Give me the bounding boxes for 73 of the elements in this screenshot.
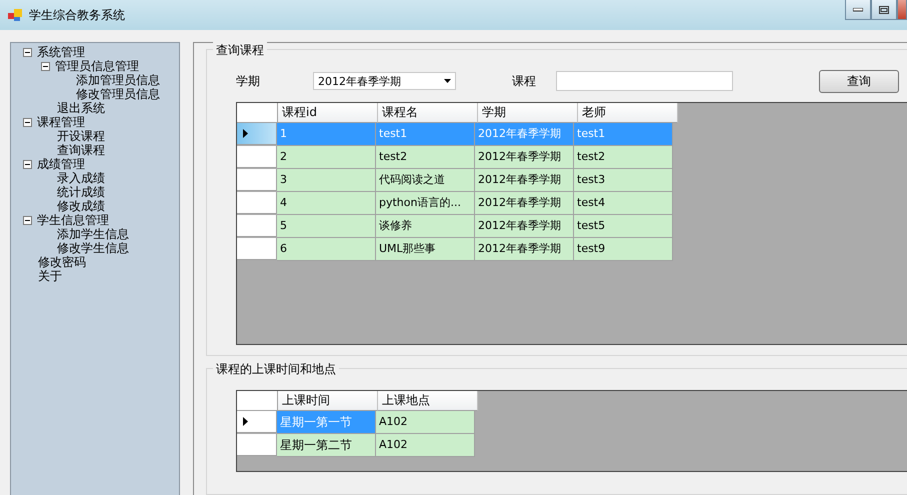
collapse-toggle[interactable]	[23, 118, 32, 126]
column-header[interactable]: 学期	[478, 103, 578, 123]
table-cell: test1	[376, 123, 475, 146]
tree-item[interactable]: 退出系统	[57, 101, 105, 115]
tree-item[interactable]: 修改学生信息	[57, 241, 129, 255]
table-cell: test5	[574, 215, 673, 238]
table-cell: 6	[277, 238, 376, 261]
app-icon	[8, 8, 22, 22]
tree-item[interactable]: 录入成绩	[57, 171, 105, 185]
column-header[interactable]: 课程名	[378, 103, 478, 123]
table-cell: test1	[574, 123, 673, 146]
window-title: 学生综合教务系统	[29, 6, 125, 24]
table-cell: test3	[574, 169, 673, 192]
tree-item[interactable]: 开设课程	[57, 129, 105, 143]
maximize-icon	[879, 6, 889, 14]
column-header[interactable]: 老师	[578, 103, 678, 123]
table-cell: 谈修养	[376, 215, 475, 238]
table-cell: 星期一第二节	[277, 434, 376, 457]
tree-item[interactable]: 修改成绩	[57, 199, 105, 213]
table-cell: A102	[376, 411, 475, 434]
tree-item[interactable]: 课程管理	[37, 115, 85, 129]
term-dropdown[interactable]: 2012年春季学期	[313, 72, 456, 90]
current-row-icon	[243, 129, 248, 138]
tree-item[interactable]: 成绩管理	[37, 157, 85, 171]
tree-item[interactable]: 统计成绩	[57, 185, 105, 199]
table-cell: 4	[277, 192, 376, 215]
dropdown-arrow-icon	[444, 79, 451, 83]
table-cell: 5	[277, 215, 376, 238]
row-header[interactable]	[237, 123, 277, 145]
search-button[interactable]: 查询	[819, 70, 899, 92]
collapse-toggle[interactable]	[23, 48, 32, 56]
tree-item[interactable]: 添加管理员信息	[76, 73, 160, 87]
table-cell: test9	[574, 238, 673, 261]
table-cell: A102	[376, 434, 475, 457]
tree-item[interactable]: 修改管理员信息	[76, 87, 160, 101]
table-cell: 2012年春季学期	[475, 192, 574, 215]
table-cell: test2	[574, 146, 673, 169]
table-cell: 2	[277, 146, 376, 169]
table-cell: python语言的...	[376, 192, 475, 215]
table-cell: 2012年春季学期	[475, 146, 574, 169]
collapse-toggle[interactable]	[23, 160, 32, 168]
table-cell: 星期一第一节	[277, 411, 376, 434]
table-cell: 2012年春季学期	[475, 238, 574, 261]
table-cell: 1	[277, 123, 376, 146]
minimize-button[interactable]	[845, 0, 871, 20]
tree-item[interactable]: 关于	[38, 269, 62, 283]
column-header[interactable]: 课程id	[278, 103, 378, 123]
tree-item[interactable]: 学生信息管理	[37, 213, 109, 227]
table-cell: UML那些事	[376, 238, 475, 261]
maximize-button[interactable]	[871, 0, 897, 20]
minimize-icon	[853, 8, 863, 12]
course-input[interactable]	[556, 71, 733, 91]
row-header[interactable]	[237, 411, 277, 433]
collapse-toggle[interactable]	[41, 62, 50, 70]
tree-item[interactable]: 修改密码	[38, 255, 86, 269]
tree-item[interactable]: 查询课程	[57, 143, 105, 157]
course-label: 课程	[512, 72, 536, 90]
table-cell: test2	[376, 146, 475, 169]
table-cell: test4	[574, 192, 673, 215]
tree-item[interactable]: 管理员信息管理	[55, 59, 139, 73]
tree-item[interactable]: 系统管理	[37, 45, 85, 59]
table-cell: 2012年春季学期	[475, 169, 574, 192]
table-cell: 代码阅读之道	[376, 169, 475, 192]
group-title: 课程的上课时间和地点	[213, 361, 339, 378]
column-header[interactable]: 上课时间	[278, 391, 378, 411]
column-header[interactable]: 上课地点	[378, 391, 478, 411]
term-label: 学期	[236, 72, 260, 90]
current-row-icon	[243, 417, 248, 426]
table-cell: 2012年春季学期	[475, 215, 574, 238]
table-cell: 3	[277, 169, 376, 192]
tree-item[interactable]: 添加学生信息	[57, 227, 129, 241]
table-cell: 2012年春季学期	[475, 123, 574, 146]
collapse-toggle[interactable]	[23, 216, 32, 224]
